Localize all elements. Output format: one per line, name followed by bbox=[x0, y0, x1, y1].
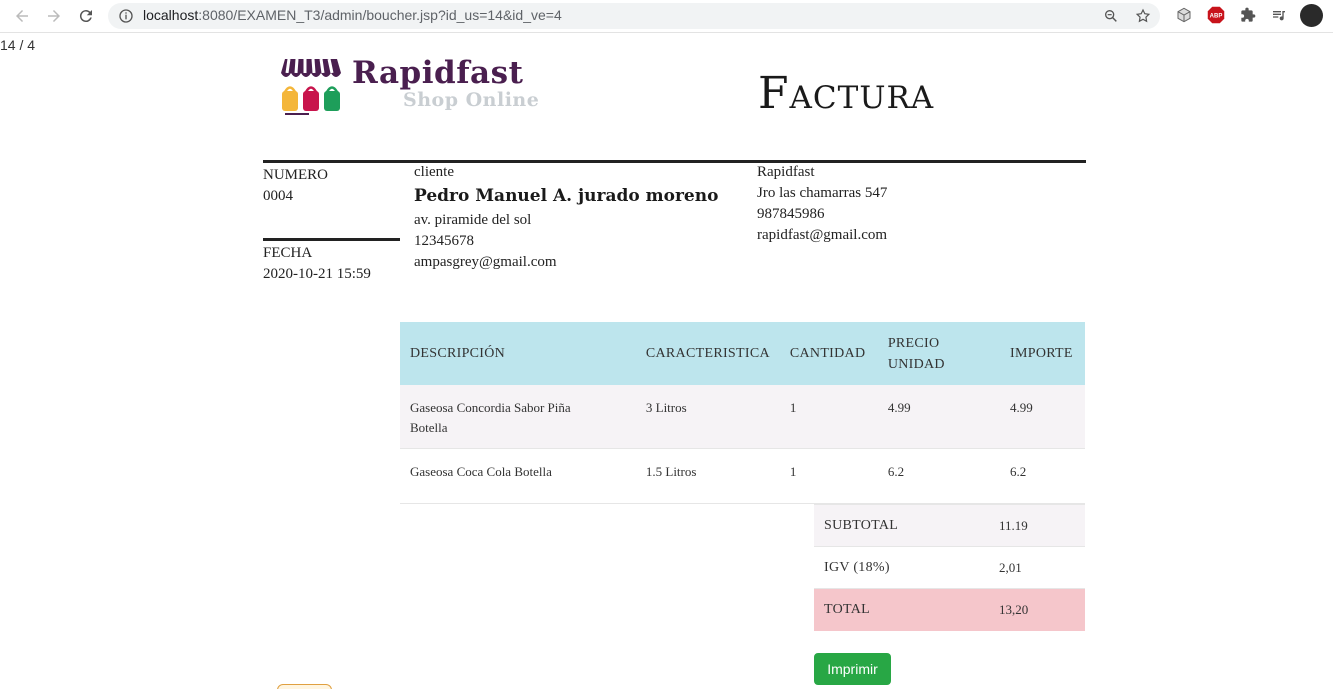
zoom-icon[interactable] bbox=[1103, 8, 1119, 24]
total-label: TOTAL bbox=[814, 588, 989, 631]
url-text[interactable]: localhost:8080/EXAMEN_T3/admin/boucher.j… bbox=[143, 7, 562, 23]
header-divider bbox=[263, 160, 1086, 163]
page-title: Factura bbox=[758, 68, 935, 119]
media-queue-icon[interactable] bbox=[1270, 6, 1288, 24]
back-button[interactable] bbox=[11, 5, 33, 27]
adblock-icon[interactable]: ABP bbox=[1207, 6, 1225, 24]
cliente-label: cliente bbox=[414, 164, 454, 180]
total-row: TOTAL 13,20 bbox=[814, 588, 1085, 631]
brand-logo: Rapidfast Shop Online bbox=[279, 55, 569, 117]
table-row: Gaseosa Concordia Sabor Piña Botella 3 Li… bbox=[400, 385, 1085, 449]
subtotal-value: 11.19 bbox=[989, 504, 1085, 547]
cell-importe: 6.2 bbox=[1000, 448, 1085, 504]
empresa-name: Rapidfast bbox=[757, 164, 815, 180]
cliente-phone: 12345678 bbox=[414, 233, 474, 249]
empresa-email: rapidfast@gmail.com bbox=[757, 227, 888, 243]
fecha-label: FECHA bbox=[263, 245, 313, 261]
subtotal-row: SUBTOTAL 11.19 bbox=[814, 504, 1085, 547]
col-cantidad: CANTIDAD bbox=[779, 322, 878, 385]
cliente-email: ampasgrey@gmail.com bbox=[414, 254, 557, 270]
table-header: DESCRIPCIÓN CARACTERISTICA CANTIDAD PREC… bbox=[400, 322, 1085, 385]
star-icon[interactable] bbox=[1135, 8, 1151, 24]
abp-label: ABP bbox=[1210, 14, 1223, 20]
table-row: Gaseosa Coca Cola Botella 1.5 Litros 1 6… bbox=[400, 448, 1085, 504]
url-host: localhost bbox=[143, 7, 199, 23]
col-precio-line1: PRECIO bbox=[887, 335, 940, 351]
numero-label: NUMERO bbox=[263, 167, 329, 183]
arrow-left-icon bbox=[16, 10, 28, 22]
cliente-name: Pedro Manuel A. jurado moreno bbox=[414, 186, 719, 206]
cell-caracteristica: 1.5 Litros bbox=[635, 448, 780, 504]
subtotal-label: SUBTOTAL bbox=[814, 504, 989, 547]
browser-toolbar: localhost:8080/EXAMEN_T3/admin/boucher.j… bbox=[0, 0, 1333, 33]
address-bar[interactable]: localhost:8080/EXAMEN_T3/admin/boucher.j… bbox=[108, 3, 1160, 29]
numero-value: 0004 bbox=[263, 188, 293, 204]
igv-row: IGV (18%) 2,01 bbox=[814, 546, 1085, 589]
total-value: 13,20 bbox=[989, 588, 1085, 631]
col-descripcion: DESCRIPCIÓN bbox=[400, 322, 636, 385]
fecha-divider bbox=[263, 238, 400, 241]
cell-precio: 4.99 bbox=[877, 385, 1001, 449]
cell-descripcion: Gaseosa Concordia Sabor Piña Botella bbox=[400, 385, 636, 449]
cell-importe: 4.99 bbox=[1000, 385, 1085, 449]
totals-table: SUBTOTAL 11.19 IGV (18%) 2,01 TOTAL 13,2… bbox=[814, 504, 1085, 631]
cell-caracteristica: 3 Litros bbox=[635, 385, 780, 449]
descripcion-line2: Botella bbox=[410, 420, 448, 435]
arrow-right-icon bbox=[48, 10, 60, 22]
col-precio: PRECIO UNIDAD bbox=[877, 322, 1001, 385]
col-precio-line2: UNIDAD bbox=[887, 356, 945, 372]
reload-button[interactable] bbox=[75, 5, 97, 27]
profile-avatar[interactable] bbox=[1300, 4, 1323, 27]
brand-tagline: Shop Online bbox=[403, 89, 540, 111]
empresa-phone: 987845986 bbox=[757, 206, 825, 222]
brand-name: Rapidfast bbox=[352, 55, 524, 91]
col-importe: IMPORTE bbox=[1000, 322, 1085, 385]
descripcion-line1: Gaseosa Concordia Sabor Piña bbox=[410, 400, 571, 415]
url-path: :8080/EXAMEN_T3/admin/boucher.jsp?id_us=… bbox=[198, 7, 562, 23]
items-table: DESCRIPCIÓN CARACTERISTICA CANTIDAD PREC… bbox=[400, 322, 1085, 504]
cell-descripcion: Gaseosa Coca Cola Botella bbox=[400, 448, 636, 504]
fecha-value: 2020-10-21 15:59 bbox=[263, 266, 371, 282]
print-button[interactable]: Imprimir bbox=[814, 653, 891, 685]
forward-button[interactable] bbox=[43, 5, 65, 27]
info-icon[interactable] bbox=[118, 8, 134, 24]
puzzle-icon[interactable] bbox=[1239, 6, 1257, 24]
page-counter: 14 / 4 bbox=[0, 37, 36, 53]
cell-cantidad: 1 bbox=[779, 385, 878, 449]
col-caracteristica: CARACTERISTICA bbox=[635, 322, 780, 385]
cell-precio: 6.2 bbox=[877, 448, 1001, 504]
igv-value: 2,01 bbox=[989, 546, 1085, 589]
igv-label: IGV (18%) bbox=[814, 546, 989, 589]
partial-button[interactable] bbox=[277, 684, 332, 689]
shop-awning-icon bbox=[281, 58, 341, 115]
cell-cantidad: 1 bbox=[779, 448, 878, 504]
reload-icon bbox=[79, 10, 92, 23]
empresa-address: Jro las chamarras 547 bbox=[757, 185, 888, 201]
3d-box-icon[interactable] bbox=[1175, 6, 1193, 24]
cliente-address: av. piramide del sol bbox=[414, 212, 532, 228]
